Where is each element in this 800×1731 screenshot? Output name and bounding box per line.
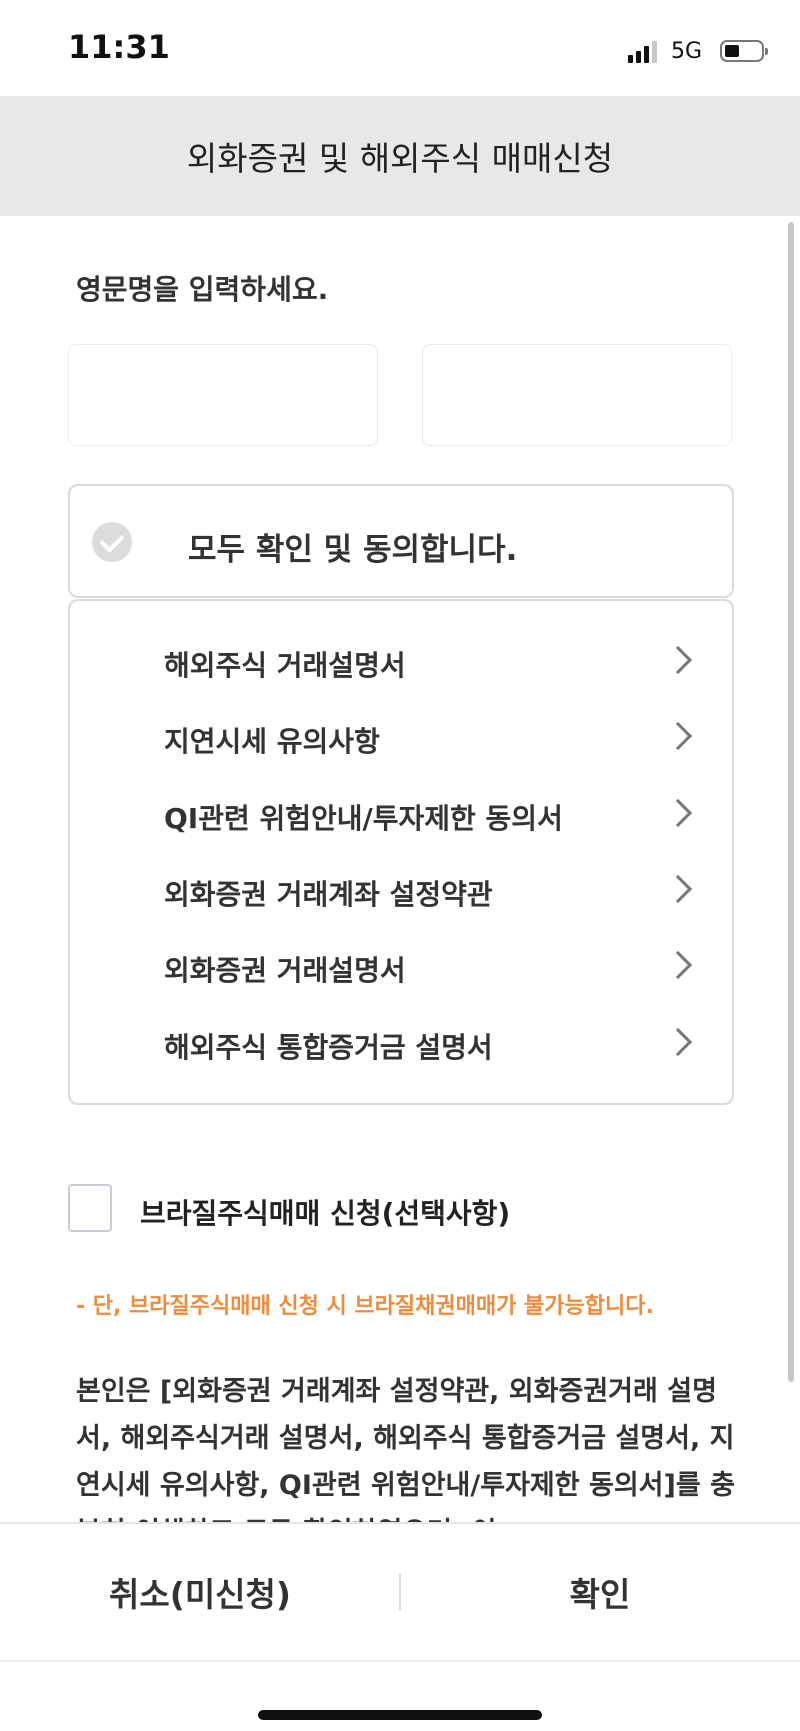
term-item-account-terms[interactable]: 외화증권 거래계좌 설정약관 [70, 859, 732, 919]
chevron-right-icon [663, 645, 693, 675]
chevron-right-icon [663, 798, 693, 828]
term-label: 지연시세 유의사항 [164, 725, 380, 758]
term-item-qi-risk-consent[interactable]: QI관련 위험안내/투자제한 동의서 [70, 783, 732, 843]
signal-icon [627, 39, 657, 63]
term-label: 해외주식 통합증거금 설명서 [164, 1031, 493, 1064]
term-label: QI관련 위험안내/투자제한 동의서 [164, 802, 563, 835]
term-label: 해외주식 거래설명서 [164, 649, 406, 682]
footer-actions: 취소(미신청) 확인 [0, 1522, 800, 1660]
chevron-right-icon [663, 950, 693, 980]
cancel-button[interactable]: 취소(미신청) [0, 1524, 400, 1660]
agree-all-label: 모두 확인 및 동의합니다. [188, 532, 518, 568]
content-scroll-area[interactable]: 영문명을 입력하세요. 모두 확인 및 동의합니다. 해외주식 거래설명서 지연… [0, 216, 800, 1522]
agree-all-button[interactable]: 모두 확인 및 동의합니다. [68, 484, 734, 598]
page-title: 외화증권 및 해외주식 매매신청 [186, 139, 614, 178]
status-bar: 11:31 5G [0, 0, 800, 96]
status-indicators: 5G [627, 34, 768, 68]
home-indicator[interactable] [258, 1710, 542, 1720]
english-first-name-input[interactable] [68, 344, 378, 446]
term-label: 외화증권 거래계좌 설정약관 [164, 878, 493, 911]
network-label: 5G [670, 38, 702, 64]
home-indicator-area [0, 1660, 800, 1731]
scrollbar[interactable] [788, 222, 794, 1382]
status-time: 11:31 [68, 28, 170, 66]
term-item-delayed-quote-notice[interactable]: 지연시세 유의사항 [70, 706, 732, 766]
term-item-foreign-securities-guide[interactable]: 외화증권 거래설명서 [70, 935, 732, 995]
term-label: 외화증권 거래설명서 [164, 954, 406, 987]
nav-bar: 외화증권 및 해외주식 매매신청 [0, 96, 800, 216]
battery-icon [720, 40, 768, 62]
consent-text: 본인은 [외화증권 거래계좌 설정약관, 외화증권거래 설명서, 해외주식거래 … [76, 1376, 735, 1522]
brazil-stock-checkbox[interactable] [68, 1184, 112, 1232]
english-last-name-input[interactable] [422, 344, 732, 446]
brazil-notice: - 단, 브라질주식매매 신청 시 브라질채권매매가 불가능합니다. [76, 1294, 654, 1319]
brazil-stock-label: 브라질주식매매 신청(선택사항) [140, 1197, 511, 1230]
confirm-button[interactable]: 확인 [400, 1524, 800, 1660]
terms-list: 해외주식 거래설명서 지연시세 유의사항 QI관련 위험안내/투자제한 동의서 … [68, 599, 734, 1105]
term-item-overseas-stock-guide[interactable]: 해외주식 거래설명서 [70, 630, 732, 690]
chevron-right-icon [663, 874, 693, 904]
brazil-stock-option[interactable]: 브라질주식매매 신청(선택사항) [68, 1184, 748, 1236]
english-name-prompt: 영문명을 입력하세요. [76, 273, 329, 306]
chevron-right-icon [663, 1027, 693, 1057]
check-circle-icon [92, 522, 132, 562]
chevron-right-icon [663, 721, 693, 751]
term-item-integrated-margin-guide[interactable]: 해외주식 통합증거금 설명서 [70, 1012, 732, 1072]
